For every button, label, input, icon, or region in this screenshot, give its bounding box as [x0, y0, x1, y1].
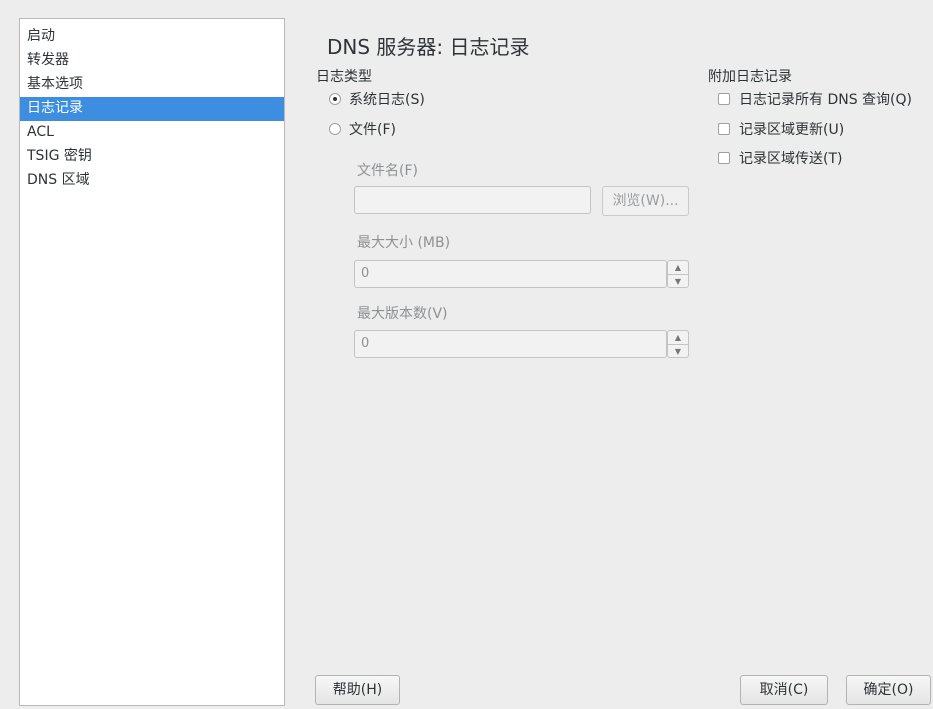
log-all-queries-checkbox[interactable] [718, 93, 730, 105]
help-button[interactable]: 帮助(H) [315, 675, 400, 705]
sidebar-item-tsig-keys[interactable]: TSIG 密钥 [20, 145, 284, 169]
spin-down-icon[interactable]: ▼ [668, 275, 688, 288]
syslog-radio[interactable] [329, 93, 341, 105]
syslog-radio-row[interactable]: 系统日志(S) [329, 89, 425, 109]
max-size-input[interactable]: 0 [354, 260, 667, 288]
max-versions-label: 最大版本数(V) [357, 306, 448, 322]
browse-button[interactable]: 浏览(W)... [602, 186, 689, 216]
spin-down-icon[interactable]: ▼ [668, 345, 688, 358]
sidebar-item-startup[interactable]: 启动 [20, 25, 284, 49]
main-panel: DNS 服务器: 日志记录 日志类型 系统日志(S) 文件(F) 文件名(F) … [292, 0, 933, 709]
spin-up-icon[interactable]: ▲ [668, 261, 688, 275]
max-size-label: 最大大小 (MB) [357, 235, 451, 251]
sidebar-item-forwarders[interactable]: 转发器 [20, 49, 284, 73]
file-radio-row[interactable]: 文件(F) [329, 119, 396, 139]
max-versions-input[interactable]: 0 [354, 330, 667, 358]
max-versions-spinner[interactable]: ▲ ▼ [667, 330, 689, 358]
filename-label: 文件名(F) [357, 163, 418, 179]
log-zone-transfers-checkbox[interactable] [718, 152, 730, 164]
sidebar-item-basic-options[interactable]: 基本选项 [20, 73, 284, 97]
log-zone-updates-label[interactable]: 记录区域更新(U) [739, 119, 844, 139]
ok-button[interactable]: 确定(O) [846, 675, 931, 705]
log-zone-transfers-label[interactable]: 记录区域传送(T) [739, 148, 842, 168]
log-all-queries-row[interactable]: 日志记录所有 DNS 查询(Q) [718, 89, 912, 109]
syslog-radio-label[interactable]: 系统日志(S) [349, 89, 425, 109]
log-zone-updates-row[interactable]: 记录区域更新(U) [718, 119, 844, 139]
extra-logging-heading: 附加日志记录 [708, 69, 792, 85]
sidebar-tree[interactable]: 启动 转发器 基本选项 日志记录 ACL TSIG 密钥 DNS 区域 [19, 18, 285, 706]
file-radio-label[interactable]: 文件(F) [349, 119, 396, 139]
page-title: DNS 服务器: 日志记录 [327, 35, 530, 59]
log-zone-updates-checkbox[interactable] [718, 123, 730, 135]
log-all-queries-label[interactable]: 日志记录所有 DNS 查询(Q) [739, 89, 912, 109]
filename-input[interactable] [354, 186, 591, 214]
spin-up-icon[interactable]: ▲ [668, 331, 688, 345]
log-type-heading: 日志类型 [316, 69, 372, 85]
log-zone-transfers-row[interactable]: 记录区域传送(T) [718, 148, 842, 168]
file-radio[interactable] [329, 123, 341, 135]
max-size-spinner[interactable]: ▲ ▼ [667, 260, 689, 288]
sidebar-item-dns-zones[interactable]: DNS 区域 [20, 169, 284, 193]
sidebar-item-logging[interactable]: 日志记录 [20, 97, 284, 121]
sidebar-item-acl[interactable]: ACL [20, 121, 284, 145]
cancel-button[interactable]: 取消(C) [740, 675, 828, 705]
